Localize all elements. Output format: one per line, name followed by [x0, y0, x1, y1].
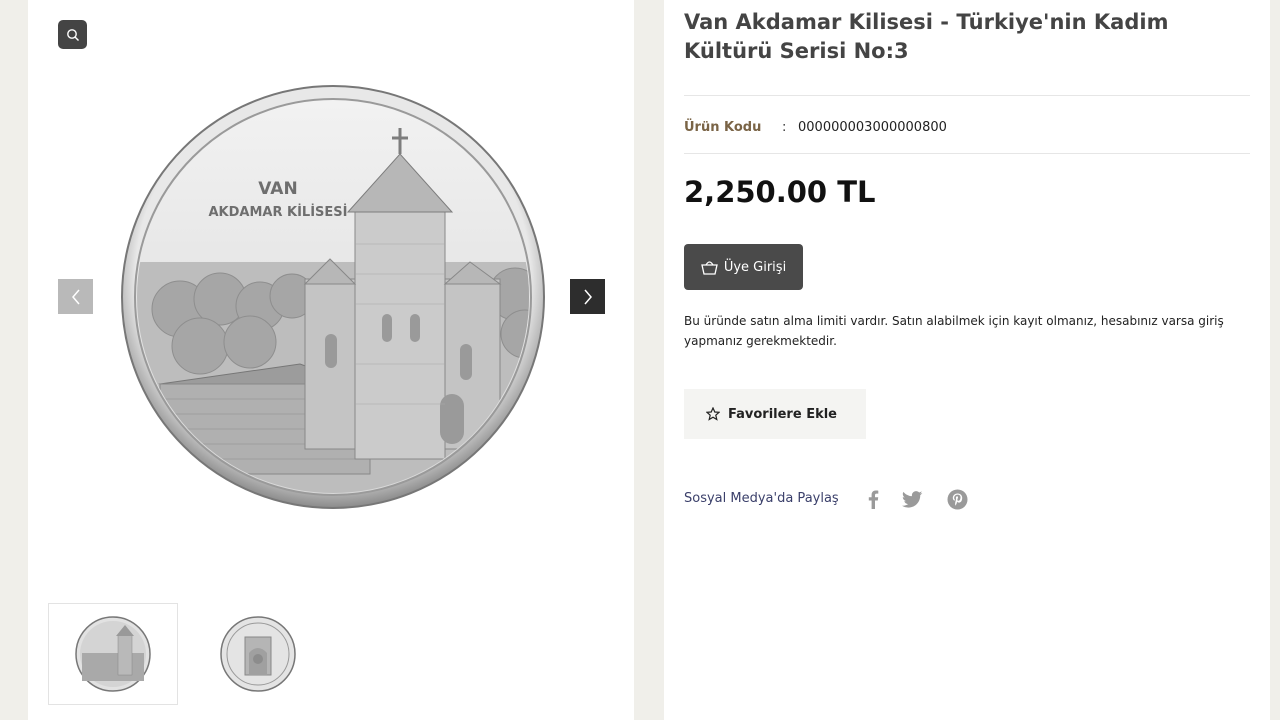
product-gallery: VAN AKDAMAR KİLİSESİ	[28, 0, 634, 720]
coin-inscription-line2: AKDAMAR KİLİSESİ	[209, 204, 348, 220]
member-login-button[interactable]: Üye Girişi	[684, 244, 803, 290]
product-code-separator: :	[782, 120, 787, 135]
gallery-prev-button[interactable]	[58, 279, 93, 314]
facebook-icon	[868, 490, 879, 509]
search-icon	[66, 28, 79, 41]
chevron-left-icon	[71, 289, 80, 304]
pinterest-icon	[947, 489, 967, 509]
basket-icon	[701, 260, 718, 275]
coin-back-thumbnail	[220, 616, 296, 692]
star-icon	[706, 407, 720, 421]
member-login-label: Üye Girişi	[723, 259, 787, 275]
pinterest-share-button[interactable]	[945, 487, 969, 511]
thumbnail-back[interactable]	[193, 603, 323, 705]
coin-image: VAN AKDAMAR KİLİSESİ	[121, 85, 545, 509]
divider	[684, 153, 1250, 154]
purchase-limit-notice: Bu üründe satın alma limiti vardır. Satı…	[684, 314, 1224, 348]
product-price: 2,250.00 TL	[684, 175, 876, 209]
product-code-value: 000000003000000800	[798, 120, 947, 135]
coin-inscription-line1: VAN	[258, 179, 297, 199]
twitter-icon	[901, 490, 922, 508]
zoom-button[interactable]	[58, 20, 87, 49]
thumbnail-front[interactable]	[48, 603, 178, 705]
social-share-label: Sosyal Medya'da Paylaş	[684, 491, 839, 506]
add-to-favorites-button[interactable]: Favorilere Ekle	[684, 389, 866, 439]
product-details: Van Akdamar Kilisesi - Türkiye'nin Kadim…	[664, 0, 1270, 720]
coin-front-thumbnail	[75, 616, 151, 692]
gallery-next-button[interactable]	[570, 279, 605, 314]
add-to-favorites-label: Favorilere Ekle	[728, 406, 837, 422]
twitter-share-button[interactable]	[900, 487, 924, 511]
product-code-label: Ürün Kodu	[684, 120, 762, 135]
facebook-share-button[interactable]	[861, 487, 885, 511]
divider	[684, 95, 1250, 96]
product-title: Van Akdamar Kilisesi - Türkiye'nin Kadim…	[684, 10, 1169, 63]
chevron-right-icon	[583, 289, 592, 304]
